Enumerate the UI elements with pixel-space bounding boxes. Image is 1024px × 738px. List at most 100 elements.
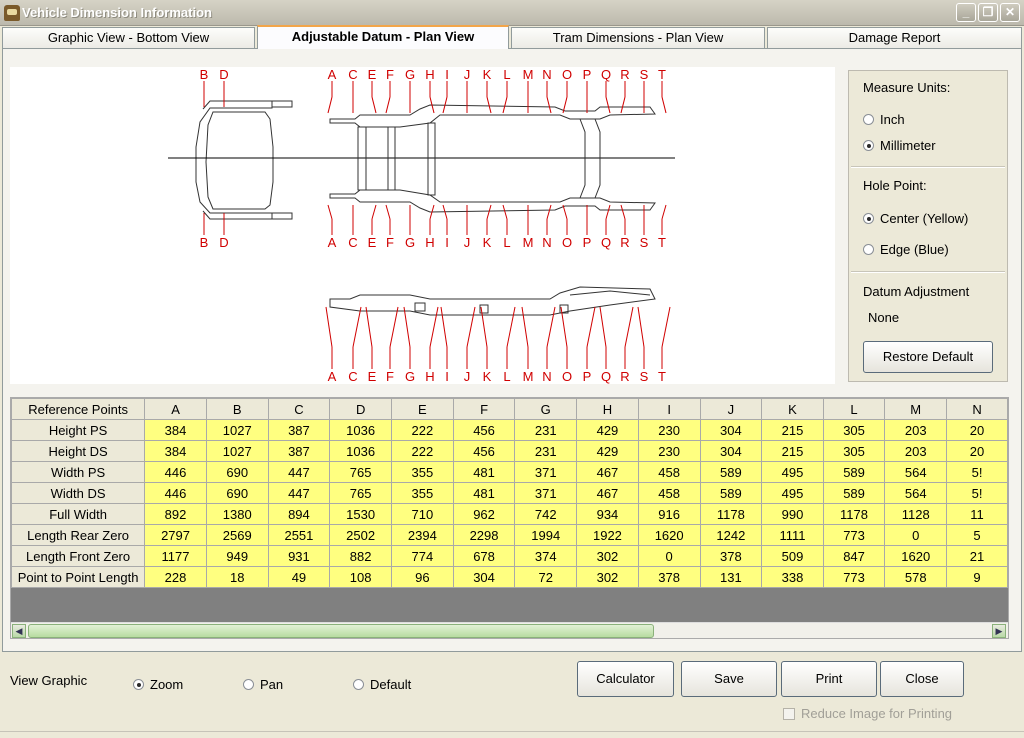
grid-cell[interactable]: 108 xyxy=(329,566,392,588)
grid-cell[interactable]: 338 xyxy=(761,566,824,588)
grid-cell[interactable]: 304 xyxy=(699,440,763,462)
scroll-thumb[interactable] xyxy=(28,624,654,638)
grid-cell[interactable]: 934 xyxy=(576,503,639,525)
grid-cell[interactable]: 230 xyxy=(637,440,701,462)
grid-cell[interactable]: 481 xyxy=(452,482,516,504)
tab-adjustable-datum[interactable]: Adjustable Datum - Plan View xyxy=(257,25,509,49)
grid-cell[interactable]: 690 xyxy=(205,482,269,504)
grid-cell[interactable]: 1027 xyxy=(205,440,269,462)
frame-drawing[interactable]: BBDDAAACCCEEEFFFGGGHHHIIIJJJKKKLLLMMMNNN… xyxy=(10,67,835,384)
grid-cell[interactable]: 589 xyxy=(699,482,763,504)
grid-cell[interactable]: 72 xyxy=(514,566,578,588)
grid-cell[interactable]: 589 xyxy=(822,461,886,483)
grid-cell[interactable]: 467 xyxy=(576,482,639,504)
grid-cell[interactable]: 49 xyxy=(267,566,331,588)
grid-cell[interactable]: 11 xyxy=(946,503,1008,525)
grid-cell[interactable]: 20 xyxy=(946,440,1008,462)
grid-cell[interactable]: 231 xyxy=(514,440,578,462)
grid-cell[interactable]: 2569 xyxy=(205,524,269,546)
grid-cell[interactable]: 371 xyxy=(514,482,578,504)
grid-cell[interactable]: 564 xyxy=(884,461,948,483)
grid-cell[interactable]: 589 xyxy=(699,461,763,483)
grid-cell[interactable]: 589 xyxy=(822,482,886,504)
grid-cell[interactable]: 1922 xyxy=(576,524,639,546)
grid-cell[interactable]: 304 xyxy=(699,419,763,441)
grid-cell[interactable]: 378 xyxy=(699,545,763,567)
grid-cell[interactable]: 447 xyxy=(267,461,331,483)
center-yellow-radio[interactable]: Center (Yellow) xyxy=(863,211,968,226)
tab-tram-dimensions[interactable]: Tram Dimensions - Plan View xyxy=(511,27,765,48)
grid-cell[interactable]: 222 xyxy=(390,440,454,462)
grid-cell[interactable]: 1994 xyxy=(514,524,578,546)
maximize-button[interactable]: ❐ xyxy=(978,3,998,22)
default-radio[interactable]: Default xyxy=(353,677,411,692)
grid-cell[interactable]: 847 xyxy=(822,545,886,567)
grid-cell[interactable]: 21 xyxy=(946,545,1008,567)
grid-cell[interactable]: 1178 xyxy=(699,503,763,525)
grid-cell[interactable]: 0 xyxy=(884,524,948,546)
grid-cell[interactable]: 5! xyxy=(946,461,1008,483)
grid-cell[interactable]: 1178 xyxy=(822,503,886,525)
scroll-left-icon[interactable]: ◀ xyxy=(12,624,26,638)
inch-radio[interactable]: Inch xyxy=(863,112,905,127)
grid-cell[interactable]: 384 xyxy=(144,419,207,441)
grid-cell[interactable]: 564 xyxy=(884,482,948,504)
grid-cell[interactable]: 429 xyxy=(576,440,639,462)
grid-cell[interactable]: 5! xyxy=(946,482,1008,504)
grid-cell[interactable]: 481 xyxy=(452,461,516,483)
grid-cell[interactable]: 1036 xyxy=(329,440,392,462)
grid-cell[interactable]: 371 xyxy=(514,461,578,483)
grid-cell[interactable]: 96 xyxy=(390,566,454,588)
grid-cell[interactable]: 2551 xyxy=(267,524,331,546)
grid-cell[interactable]: 765 xyxy=(329,482,392,504)
grid-cell[interactable]: 990 xyxy=(761,503,824,525)
grid-cell[interactable]: 5 xyxy=(946,524,1008,546)
grid-cell[interactable]: 710 xyxy=(390,503,454,525)
grid-cell[interactable]: 892 xyxy=(144,503,207,525)
grid-cell[interactable]: 931 xyxy=(267,545,331,567)
close-window-button[interactable]: ✕ xyxy=(1000,3,1020,22)
grid-cell[interactable]: 305 xyxy=(822,440,886,462)
grid-cell[interactable]: 387 xyxy=(267,419,331,441)
horizontal-scrollbar[interactable]: ◀ ▶ xyxy=(11,622,1008,638)
grid-cell[interactable]: 2298 xyxy=(452,524,516,546)
zoom-radio[interactable]: Zoom xyxy=(133,677,183,692)
grid-cell[interactable]: 1027 xyxy=(205,419,269,441)
grid-cell[interactable]: 131 xyxy=(699,566,763,588)
grid-cell[interactable]: 1530 xyxy=(329,503,392,525)
grid-cell[interactable]: 2394 xyxy=(390,524,454,546)
restore-default-button[interactable]: Restore Default xyxy=(863,341,993,373)
grid-cell[interactable]: 458 xyxy=(637,482,701,504)
grid-cell[interactable]: 18 xyxy=(205,566,269,588)
grid-cell[interactable]: 2502 xyxy=(329,524,392,546)
scroll-right-icon[interactable]: ▶ xyxy=(992,624,1006,638)
grid-cell[interactable]: 9 xyxy=(946,566,1008,588)
grid-cell[interactable]: 1128 xyxy=(884,503,948,525)
grid-cell[interactable]: 509 xyxy=(761,545,824,567)
minimize-button[interactable]: _ xyxy=(956,3,976,22)
grid-cell[interactable]: 916 xyxy=(637,503,701,525)
grid-cell[interactable]: 456 xyxy=(452,419,516,441)
grid-cell[interactable]: 882 xyxy=(329,545,392,567)
grid-cell[interactable]: 374 xyxy=(514,545,578,567)
calculator-button[interactable]: Calculator xyxy=(577,661,674,697)
grid-cell[interactable]: 467 xyxy=(576,461,639,483)
grid-cell[interactable]: 458 xyxy=(637,461,701,483)
grid-cell[interactable]: 429 xyxy=(576,419,639,441)
grid-cell[interactable]: 690 xyxy=(205,461,269,483)
tab-graphic-view[interactable]: Graphic View - Bottom View xyxy=(2,27,255,48)
grid-cell[interactable]: 2797 xyxy=(144,524,207,546)
grid-cell[interactable]: 222 xyxy=(390,419,454,441)
grid-cell[interactable]: 203 xyxy=(884,419,948,441)
pan-radio[interactable]: Pan xyxy=(243,677,283,692)
edge-blue-radio[interactable]: Edge (Blue) xyxy=(863,242,949,257)
grid-cell[interactable]: 578 xyxy=(884,566,948,588)
grid-cell[interactable]: 456 xyxy=(452,440,516,462)
grid-cell[interactable]: 446 xyxy=(144,482,207,504)
grid-cell[interactable]: 1620 xyxy=(884,545,948,567)
grid-cell[interactable]: 1036 xyxy=(329,419,392,441)
grid-cell[interactable]: 304 xyxy=(452,566,516,588)
grid-cell[interactable]: 1242 xyxy=(699,524,763,546)
grid-cell[interactable]: 231 xyxy=(514,419,578,441)
grid-cell[interactable]: 495 xyxy=(761,482,824,504)
